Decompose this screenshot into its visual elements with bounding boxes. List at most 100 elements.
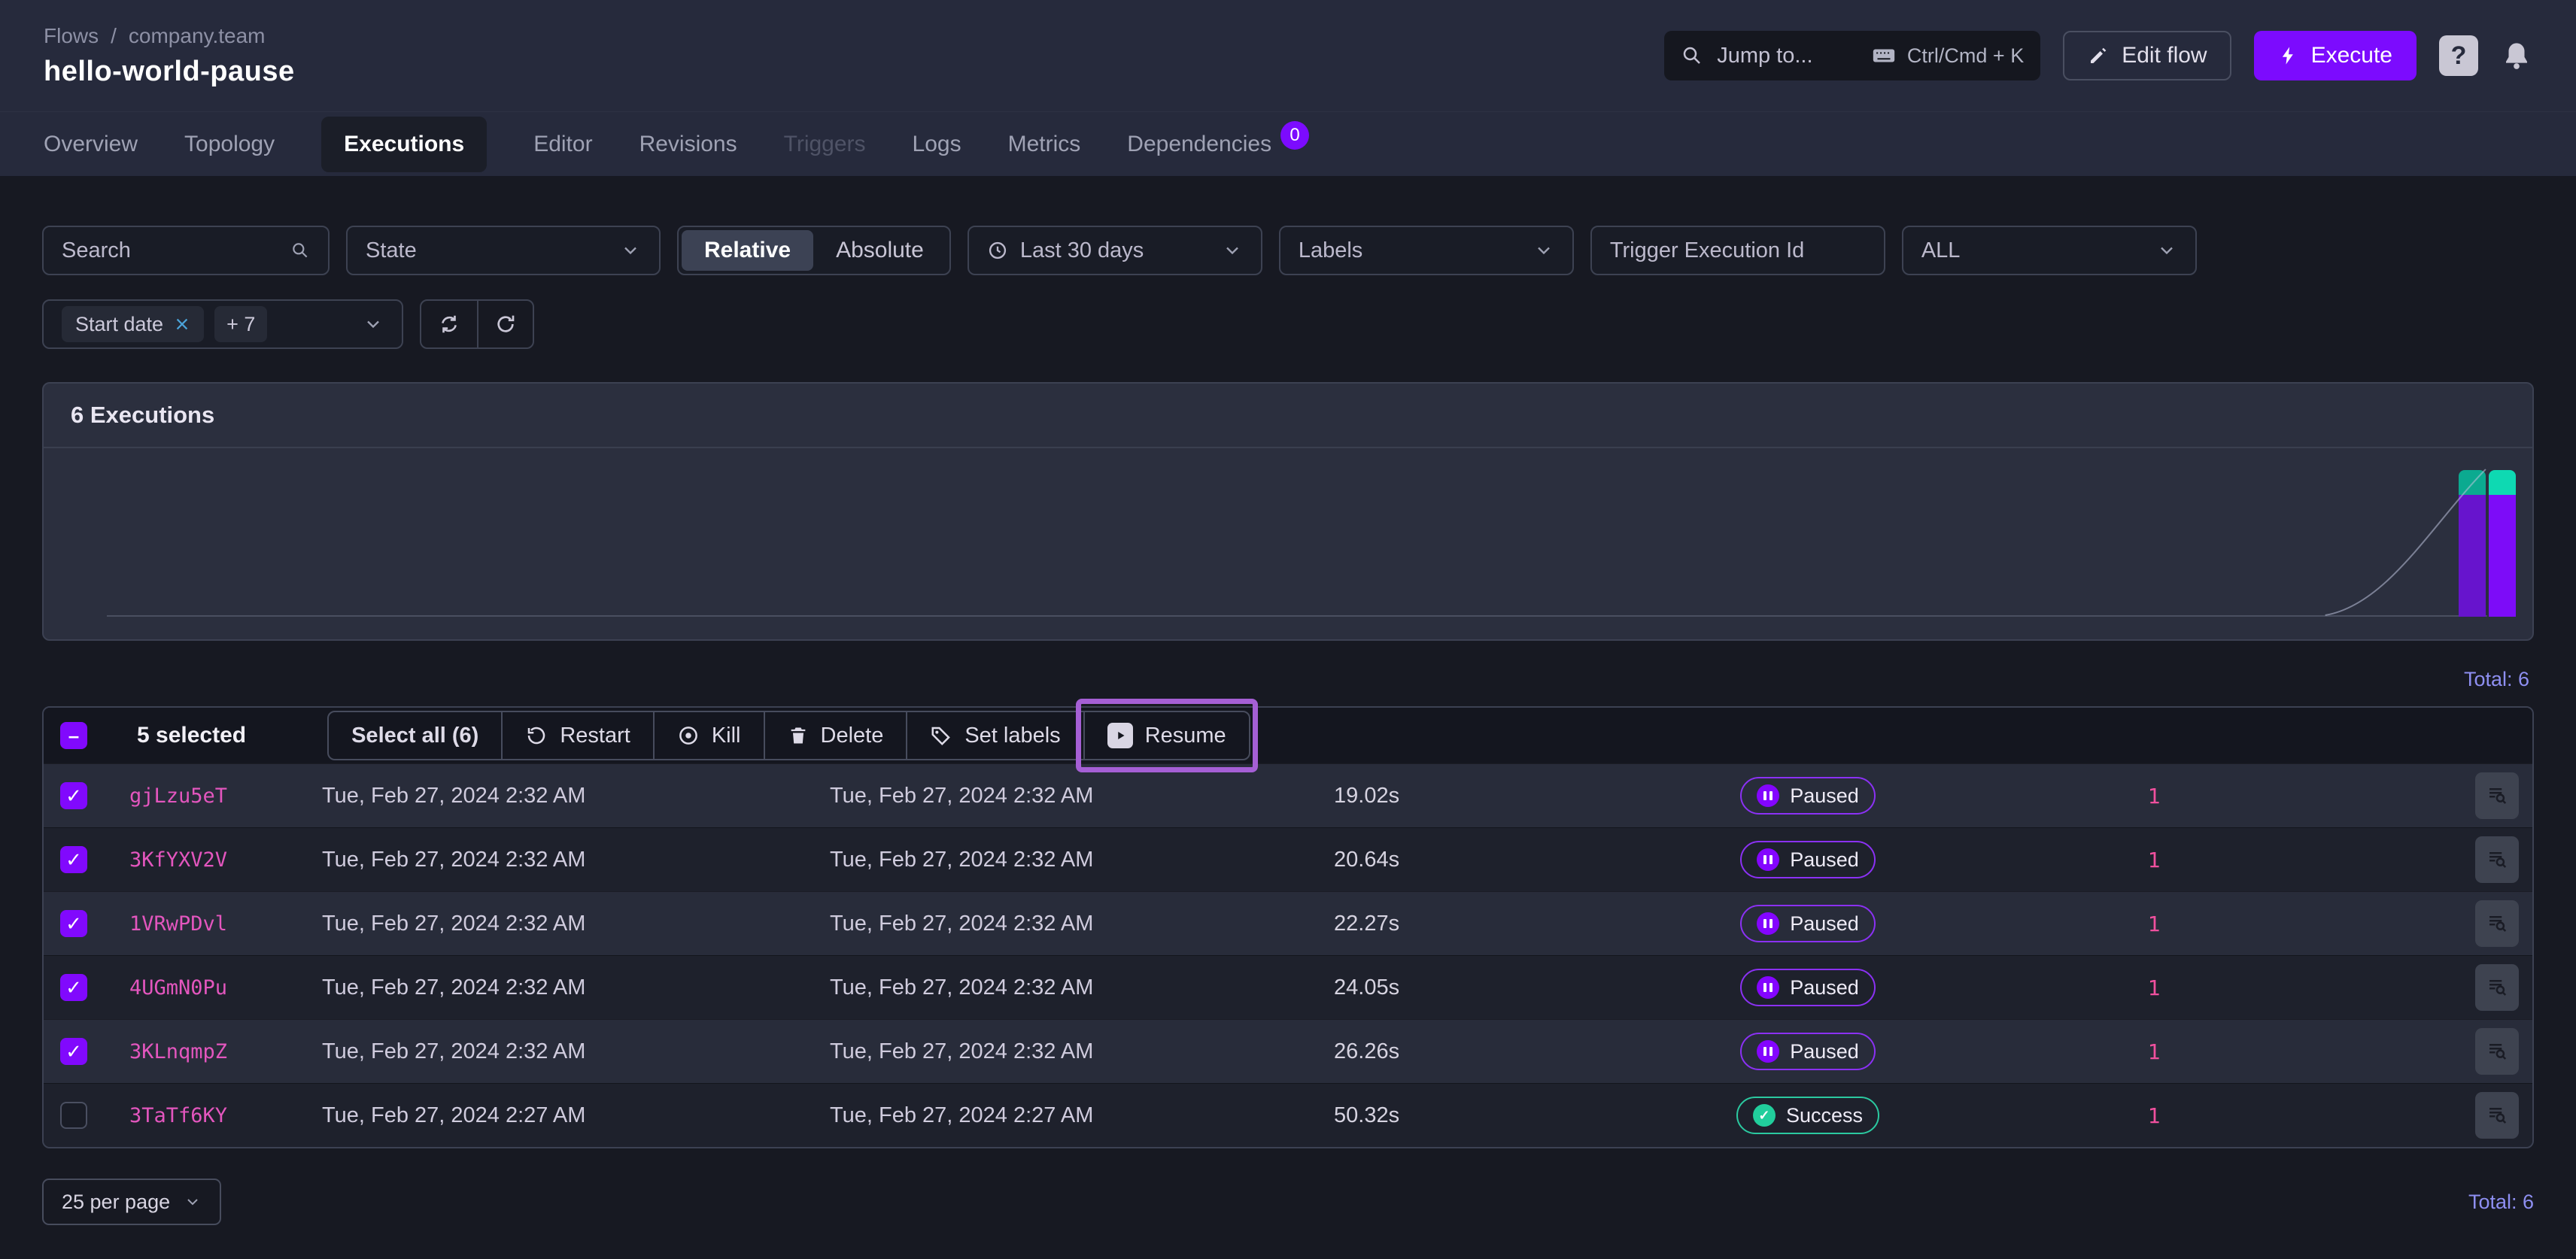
resume-label: Resume [1145,724,1226,748]
delete-label: Delete [821,724,884,748]
tab-topology[interactable]: Topology [184,132,275,157]
table-row: ✓ 3TaTf6KY Tue, Feb 27, 2024 2:27 AM Tue… [44,1083,2532,1147]
duration-cell: 20.64s [1334,848,1661,872]
row-checkbox[interactable]: ✓ [60,910,87,937]
row-checkbox[interactable]: ✓ [60,974,87,1001]
auto-refresh-button[interactable] [421,301,477,347]
notifications-bell-icon[interactable] [2501,38,2532,73]
search-placeholder: Search [62,238,278,263]
clock-icon [987,240,1008,261]
scope-select[interactable]: ALL [1902,226,2197,275]
delete-button[interactable]: Delete [764,712,907,759]
title-block: Flows / company.team hello-world-pause [44,24,295,88]
tab-metrics[interactable]: Metrics [1008,132,1081,157]
duration-cell: 50.32s [1334,1103,1661,1128]
tab-bar: Overview Topology Executions Editor Revi… [0,111,2576,176]
breadcrumb-flows[interactable]: Flows [44,24,99,48]
per-page-select[interactable]: 25 per page [42,1179,221,1225]
row-checkbox[interactable]: ✓ [60,1102,87,1129]
select-all-button[interactable]: Select all (6) [329,712,501,759]
filter-row-primary: Search State Relative Absolute Last 30 d… [42,226,2534,275]
tab-executions[interactable]: Executions [321,117,487,172]
view-logs-button[interactable] [2475,900,2519,947]
tab-logs[interactable]: Logs [913,132,961,157]
help-button[interactable]: ? [2439,35,2478,76]
restart-icon [525,724,548,747]
text-search-icon [2486,1040,2508,1063]
tab-overview[interactable]: Overview [44,132,138,157]
status-label: Paused [1790,976,1859,1000]
status-dot-icon: ✓ [1757,912,1779,935]
dependencies-count-badge: 0 [1280,121,1309,150]
end-date-cell: Tue, Feb 27, 2024 2:32 AM [830,975,1334,1000]
restart-label: Restart [560,724,630,748]
more-fields-chip[interactable]: + 7 [214,306,267,342]
duration-cell: 24.05s [1334,975,1661,1000]
execution-id-link[interactable]: gjLzu5eT [116,784,322,808]
execution-id-link[interactable]: 3TaTf6KY [116,1104,322,1127]
tab-editor[interactable]: Editor [533,132,592,157]
view-logs-button[interactable] [2475,1092,2519,1139]
tab-revisions[interactable]: Revisions [639,132,737,157]
select-all-checkbox[interactable]: – ✓ [60,722,87,749]
text-search-icon [2486,912,2508,935]
view-logs-button[interactable] [2475,836,2519,883]
execution-id-link[interactable]: 3KLnqmpZ [116,1040,322,1063]
execute-button[interactable]: Execute [2254,31,2417,80]
kill-label: Kill [712,724,741,748]
revision-count-cell: 1 [1955,1103,2353,1128]
end-date-cell: Tue, Feb 27, 2024 2:27 AM [830,1103,1334,1128]
start-date-chip[interactable]: Start date [62,306,204,342]
date-fields-select[interactable]: Start date + 7 [42,299,403,349]
start-date-chip-label: Start date [75,313,163,336]
indeterminate-mark: – [68,726,79,745]
toggle-relative[interactable]: Relative [682,230,813,271]
row-checkbox[interactable]: ✓ [60,1038,87,1065]
breadcrumb: Flows / company.team [44,24,295,48]
status-label: Paused [1790,784,1859,808]
refresh-button[interactable] [477,301,533,347]
executions-table: – ✓ 5 selected Select all (6) Restart Ki… [42,706,2534,1148]
search-input[interactable]: Search [42,226,330,275]
time-range-select[interactable]: Last 30 days [968,226,1262,275]
execution-id-link[interactable]: 3KfYXV2V [116,848,322,872]
time-mode-toggle: Relative Absolute [677,226,951,275]
execution-id-link[interactable]: 1VRwPDvl [116,912,322,936]
trigger-execution-id-input[interactable]: Trigger Execution Id [1590,226,1885,275]
status-badge: ✓Paused [1740,777,1876,815]
state-filter-select[interactable]: State [346,226,661,275]
resume-button[interactable]: Resume [1083,712,1249,759]
breadcrumb-namespace[interactable]: company.team [129,24,266,48]
row-checkbox[interactable]: ✓ [60,782,87,809]
toggle-absolute[interactable]: Absolute [813,230,946,271]
execution-id-link[interactable]: 4UGmN0Pu [116,976,322,1000]
status-dot-icon: ✓ [1757,848,1779,871]
view-logs-button[interactable] [2475,772,2519,819]
text-search-icon [2486,784,2508,807]
restart-button[interactable]: Restart [501,712,652,759]
tab-dependencies[interactable]: Dependencies 0 [1127,130,1309,159]
tag-icon [930,724,952,747]
status-label: Paused [1790,1040,1859,1063]
end-date-cell: Tue, Feb 27, 2024 2:32 AM [830,784,1334,808]
top-bar: Flows / company.team hello-world-pause J… [0,0,2576,111]
revision-count-cell: 1 [1955,848,2353,872]
page-title: hello-world-pause [44,56,295,88]
keyboard-icon [1871,43,1897,68]
kill-button[interactable]: Kill [653,712,764,759]
state-filter-label: State [366,238,608,263]
labels-filter-select[interactable]: Labels [1279,226,1574,275]
set-labels-button[interactable]: Set labels [906,712,1083,759]
edit-flow-button[interactable]: Edit flow [2063,31,2231,80]
tab-dependencies-label: Dependencies [1127,132,1271,157]
table-row: ✓ 1VRwPDvl Tue, Feb 27, 2024 2:32 AM Tue… [44,891,2532,955]
executions-chart-card: 6 Executions [42,382,2534,641]
status-dot-icon: ✓ [1757,1040,1779,1063]
close-icon[interactable] [174,316,190,332]
jump-to-search[interactable]: Jump to... Ctrl/Cmd + K [1664,31,2040,80]
start-date-cell: Tue, Feb 27, 2024 2:32 AM [322,975,830,1000]
view-logs-button[interactable] [2475,964,2519,1011]
view-logs-button[interactable] [2475,1028,2519,1075]
row-checkbox[interactable]: ✓ [60,846,87,873]
start-date-cell: Tue, Feb 27, 2024 2:32 AM [322,1039,830,1064]
